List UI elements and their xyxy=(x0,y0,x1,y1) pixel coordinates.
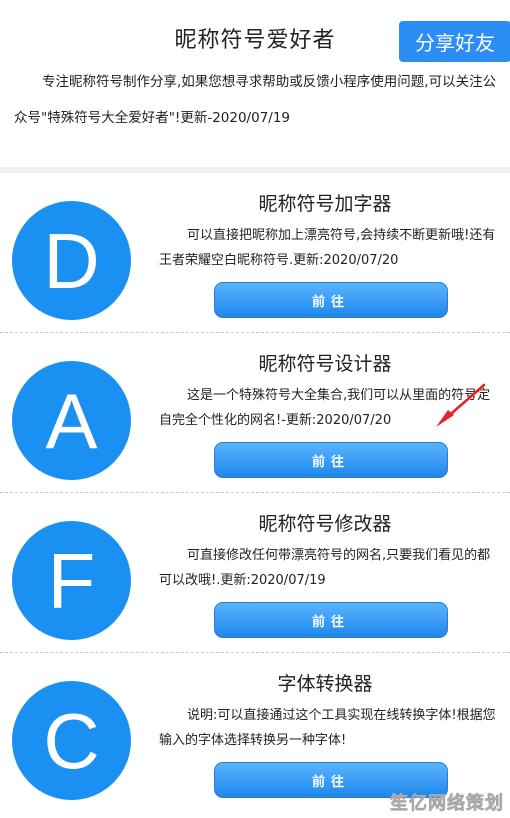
card-description: 可直接修改任何带漂亮符号的网名,只要我们看见的都可以改哦!.更新:2020/07… xyxy=(159,548,491,588)
go-button[interactable]: 前往 xyxy=(214,282,448,318)
card-title: 昵称符号设计器 xyxy=(258,353,392,375)
card-title: 昵称符号修改器 xyxy=(258,513,392,535)
card-description: 说明:可以直接通过这个工具实现在线转换字体!根据您输入的字体选择转换另一种字体! xyxy=(159,708,496,748)
intro-text: 专注昵称符号制作分享,如果您想寻求帮助或反馈小程序使用问题,可以关注公众号"特殊… xyxy=(14,74,497,126)
card-title: 昵称符号加字器 xyxy=(258,193,392,215)
letter-avatar: C xyxy=(12,681,131,800)
letter-avatar: D xyxy=(12,201,131,320)
watermark: 笙亿网络策划 xyxy=(390,793,504,815)
tool-card-nickname-modifier: F 昵称符号修改器 可直接修改任何带漂亮符号的网名,只要我们看见的都可以改哦!.… xyxy=(0,493,510,653)
go-button[interactable]: 前往 xyxy=(214,602,448,638)
page-header: 昵称符号爱好者 分享好友 专注昵称符号制作分享,如果您想寻求帮助或反馈小程序使用… xyxy=(0,0,510,168)
letter-avatar: F xyxy=(12,521,131,640)
go-button[interactable]: 前往 xyxy=(214,442,448,478)
card-title: 字体转换器 xyxy=(277,673,373,695)
red-arrow-icon xyxy=(436,383,486,427)
share-friends-button[interactable]: 分享好友 xyxy=(399,21,510,62)
letter-avatar: A xyxy=(12,361,131,480)
tool-card-nickname-adder: D 昵称符号加字器 可以直接把昵称加上漂亮符号,会持续不断更新哦!还有王者荣耀空… xyxy=(0,173,510,333)
card-description: 可以直接把昵称加上漂亮符号,会持续不断更新哦!还有王者荣耀空白昵称符号.更新:2… xyxy=(159,228,496,268)
